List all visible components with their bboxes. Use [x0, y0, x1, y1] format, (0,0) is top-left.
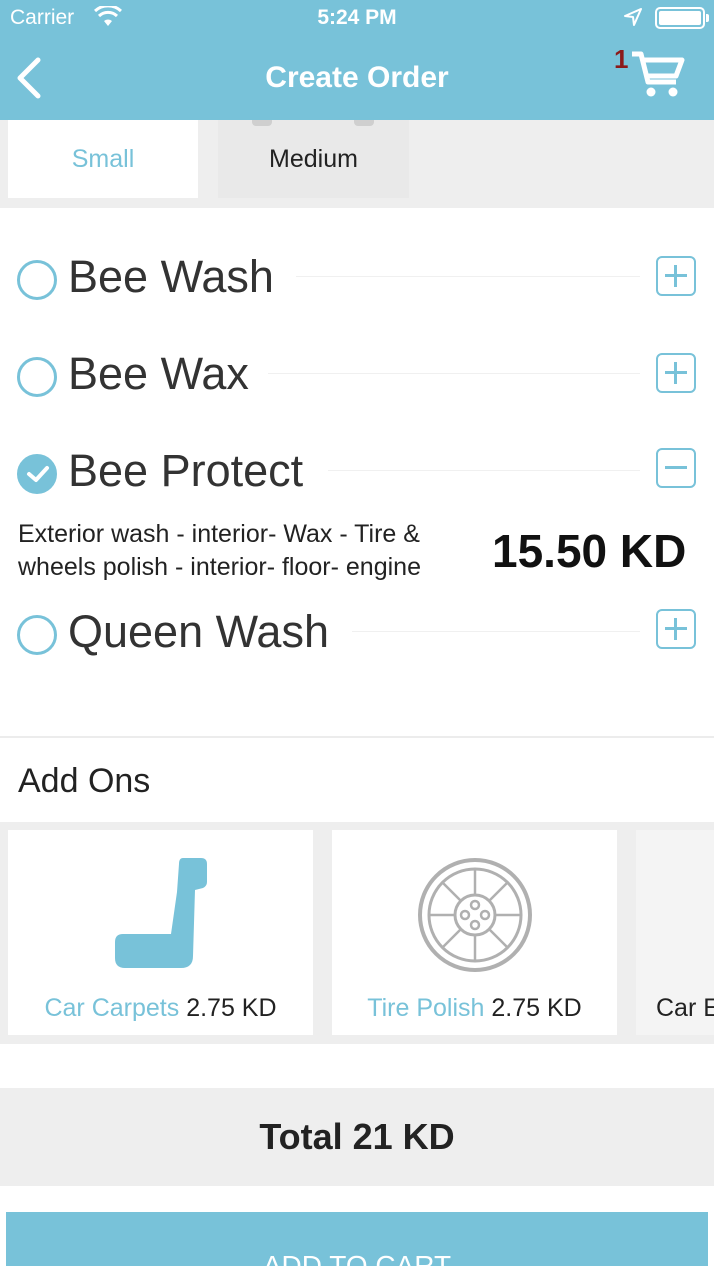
addon-price: 2.75 KD	[186, 994, 277, 1022]
tab-medium[interactable]: Medium	[218, 120, 409, 198]
addon-label: Car E	[656, 994, 714, 1023]
addon-label: Car Carpets 2.75 KD	[8, 994, 313, 1023]
navigation-bar: Carrier 5:24 PM Create Order 1	[0, 0, 714, 120]
package-name: Bee Wash	[68, 251, 274, 302]
package-name: Queen Wash	[68, 606, 329, 657]
addons-carousel[interactable]: Car Carpets 2.75 KD Tire Polish 2.75 KD …	[0, 822, 714, 1044]
tab-notch	[354, 120, 374, 126]
radio-checked[interactable]	[17, 454, 57, 494]
tab-notch	[252, 120, 272, 126]
radio-unchecked[interactable]	[17, 357, 57, 397]
addon-card-car-carpets[interactable]: Car Carpets 2.75 KD	[8, 830, 313, 1035]
addon-name: Car Carpets	[44, 994, 180, 1022]
row-divider	[328, 470, 640, 471]
plus-icon[interactable]	[656, 256, 696, 296]
package-row-bee-protect[interactable]: Bee Protect	[0, 436, 714, 506]
size-tabs: Small Medium	[0, 120, 714, 208]
status-time: 5:24 PM	[317, 6, 397, 29]
package-name: Bee Wax	[68, 348, 249, 399]
page-title: Create Order	[265, 61, 449, 94]
checkmark-icon	[27, 466, 49, 482]
battery-icon	[655, 7, 709, 29]
row-divider	[352, 631, 640, 632]
minus-icon[interactable]	[656, 448, 696, 488]
package-price: 15.50 KD	[492, 525, 687, 577]
row-divider	[296, 276, 640, 277]
addon-name: Car E	[656, 994, 714, 1022]
addon-price: 2.75 KD	[491, 994, 582, 1022]
addon-name: Tire Polish	[367, 994, 485, 1022]
status-bar: Carrier 5:24 PM	[0, 0, 714, 38]
radio-unchecked[interactable]	[17, 615, 57, 655]
section-divider	[0, 736, 714, 738]
tab-small[interactable]: Small	[8, 120, 198, 198]
shopping-cart-icon[interactable]	[630, 48, 686, 100]
package-row-bee-wash[interactable]: Bee Wash	[0, 242, 714, 312]
location-arrow-icon	[624, 8, 642, 26]
package-row-bee-wax[interactable]: Bee Wax	[0, 339, 714, 409]
tire-icon	[418, 858, 532, 972]
plus-icon[interactable]	[656, 609, 696, 649]
package-description: Exterior wash - interior- Wax - Tire & w…	[18, 520, 421, 581]
car-seat-icon	[115, 858, 207, 968]
package-name: Bee Protect	[68, 445, 304, 496]
package-row-queen-wash[interactable]: Queen Wash	[0, 597, 714, 667]
add-to-cart-button[interactable]: ADD TO CART	[6, 1212, 708, 1266]
row-divider	[268, 373, 640, 374]
order-total: Total 21 KD	[0, 1088, 714, 1186]
plus-icon[interactable]	[656, 353, 696, 393]
cart-count-badge: 1	[614, 44, 629, 74]
radio-unchecked[interactable]	[17, 260, 57, 300]
addon-label: Tire Polish 2.75 KD	[332, 994, 617, 1023]
addon-card-partial[interactable]: Car E	[636, 830, 714, 1035]
addon-card-tire-polish[interactable]: Tire Polish 2.75 KD	[332, 830, 617, 1035]
addons-heading: Add Ons	[18, 762, 151, 800]
